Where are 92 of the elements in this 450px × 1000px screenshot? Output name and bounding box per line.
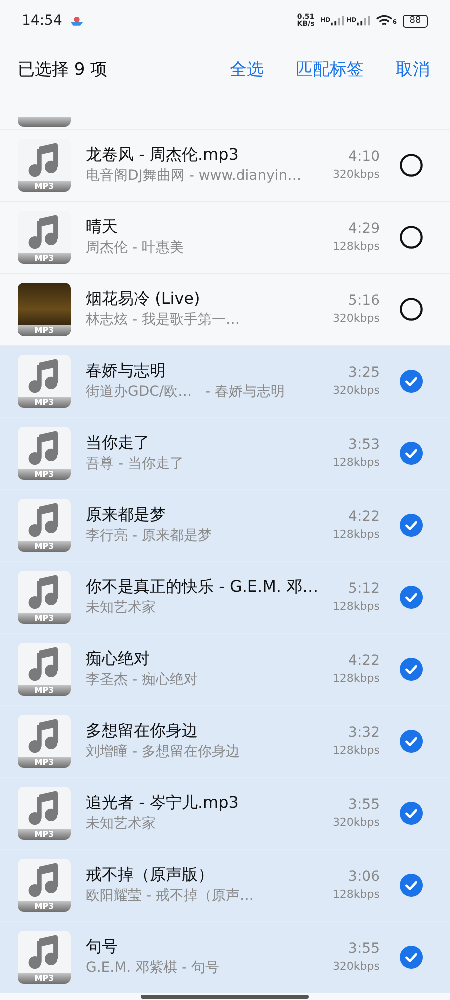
song-duration: 3:55 xyxy=(348,796,380,814)
checked-icon[interactable] xyxy=(400,514,423,537)
song-row[interactable]: MP3 原来都是梦 李行亮 - 原来都是梦 4:22 128kbps xyxy=(0,490,450,561)
song-duration: 3:25 xyxy=(348,364,380,382)
song-bitrate: 128kbps xyxy=(332,672,380,686)
song-duration: 3:32 xyxy=(348,724,380,742)
format-badge: MP3 xyxy=(18,181,71,192)
song-subtitle: 刘增瞳 - 多想留在你身边 xyxy=(86,744,241,762)
song-duration: 5:12 xyxy=(348,580,380,598)
song-subtitle: 电音阁DJ舞曲网 - www.dianyin… xyxy=(86,168,303,186)
song-duration: 3:06 xyxy=(348,868,380,886)
song-bitrate: 320kbps xyxy=(332,960,380,974)
format-badge: MP3 xyxy=(18,757,71,768)
song-row[interactable]: MP3 戒不掉（原声版） 欧阳耀莹 - 戒不掉（原声… 3:06 128kbps xyxy=(0,850,450,921)
wifi-icon xyxy=(376,15,393,27)
song-bitrate: 128kbps xyxy=(332,456,380,470)
format-badge: MP3 xyxy=(18,253,71,264)
song-title: 追光者 - 岑宁儿.mp3 xyxy=(86,793,240,814)
song-subtitle: 未知艺术家 xyxy=(86,816,157,834)
unchecked-circle-icon[interactable] xyxy=(400,154,423,177)
header-action[interactable]: 匹配标签 xyxy=(296,58,364,84)
song-row[interactable]: MP3 句号 G.E.M. 邓紫棋 - 句号 3:55 320kbps xyxy=(0,922,450,993)
song-bitrate: 320kbps xyxy=(332,384,380,398)
song-row[interactable]: MP3 痴心绝对 李圣杰 - 痴心绝对 4:22 128kbps xyxy=(0,634,450,705)
header-action[interactable]: 取消 xyxy=(396,58,430,84)
header-action[interactable]: 全选 xyxy=(230,58,264,84)
checked-icon[interactable] xyxy=(400,586,423,609)
checked-icon[interactable] xyxy=(400,658,423,681)
song-duration: 3:55 xyxy=(348,940,380,958)
song-row[interactable]: MP3 当你走了 吾尊 - 当你走了 3:53 128kbps xyxy=(0,418,450,489)
song-title: 你不是真正的快乐 - G.E.M. 邓… xyxy=(86,577,320,598)
checked-icon[interactable] xyxy=(400,946,423,969)
selection-title: 已选择 9 项 xyxy=(18,59,109,82)
song-subtitle: 欧阳耀莹 - 戒不掉（原声… xyxy=(86,888,255,906)
song-subtitle: 李行亮 - 原来都是梦 xyxy=(86,528,213,546)
format-badge: MP3 xyxy=(18,829,71,840)
song-subtitle: 未知艺术家 xyxy=(86,600,157,618)
song-duration: 4:29 xyxy=(348,220,380,238)
format-badge: MP3 xyxy=(18,613,71,624)
song-bitrate: 128kbps xyxy=(332,240,380,254)
song-title: 痴心绝对 xyxy=(86,649,151,670)
song-title: 春娇与志明 xyxy=(86,361,167,382)
checked-icon[interactable] xyxy=(400,802,423,825)
unchecked-circle-icon[interactable] xyxy=(400,298,423,321)
song-bitrate: 320kbps xyxy=(332,168,380,182)
boat-app-icon xyxy=(70,16,84,26)
song-title: 多想留在你身边 xyxy=(86,721,199,742)
song-bitrate: 128kbps xyxy=(332,600,380,614)
song-bitrate: 128kbps xyxy=(332,744,380,758)
song-subtitle: G.E.M. 邓紫棋 - 句号 xyxy=(86,960,221,978)
song-subtitle: 街道办GDC/欧… - 春娇与志明 xyxy=(86,384,286,402)
signal-icon xyxy=(330,16,344,26)
checked-icon[interactable] xyxy=(400,874,423,897)
status-time: 14:54 xyxy=(22,12,62,30)
battery-level: 88 xyxy=(410,16,422,26)
song-subtitle: 李圣杰 - 痴心绝对 xyxy=(86,672,199,690)
song-thumbnail xyxy=(18,117,71,127)
unchecked-circle-icon[interactable] xyxy=(400,226,423,249)
song-row[interactable]: MP3 追光者 - 岑宁儿.mp3 未知艺术家 3:55 320kbps xyxy=(0,778,450,849)
song-title: 烟花易冷 (Live) xyxy=(86,289,202,310)
song-bitrate: 320kbps xyxy=(332,312,380,326)
format-badge: MP3 xyxy=(18,397,71,408)
song-subtitle: 林志炫 - 我是歌手第一… xyxy=(86,312,241,330)
checked-icon[interactable] xyxy=(400,370,423,393)
song-title: 晴天 xyxy=(86,217,119,238)
song-title: 句号 xyxy=(86,937,119,958)
song-bitrate: 320kbps xyxy=(332,816,380,830)
song-bitrate: 128kbps xyxy=(332,888,380,902)
song-row[interactable]: MP3 春娇与志明 街道办GDC/欧… - 春娇与志明 3:25 320kbps xyxy=(0,346,450,417)
song-row[interactable]: MP3 你不是真正的快乐 - G.E.M. 邓… 未知艺术家 5:12 128kbps xyxy=(0,562,450,633)
song-duration: 4:22 xyxy=(348,508,380,526)
checked-icon[interactable] xyxy=(400,730,423,753)
song-duration: 3:53 xyxy=(348,436,380,454)
format-badge: MP3 xyxy=(18,901,71,912)
checked-icon[interactable] xyxy=(400,442,423,465)
song-duration: 5:16 xyxy=(348,292,380,310)
format-badge: MP3 xyxy=(18,469,71,480)
song-duration: 4:22 xyxy=(348,652,380,670)
format-badge: MP3 xyxy=(18,325,71,336)
song-row[interactable]: MP3 多想留在你身边 刘增瞳 - 多想留在你身边 3:32 128kbps xyxy=(0,706,450,777)
song-title: 戒不掉（原声版） xyxy=(86,865,215,886)
song-subtitle: 吾尊 - 当你走了 xyxy=(86,456,185,474)
format-badge: MP3 xyxy=(18,541,71,552)
song-title: 原来都是梦 xyxy=(86,505,167,526)
song-subtitle: 周杰伦 - 叶惠美 xyxy=(86,240,185,258)
signal-icon xyxy=(356,16,370,26)
song-title: 龙卷风 - 周杰伦.mp3 xyxy=(86,145,240,166)
format-badge: MP3 xyxy=(18,973,71,984)
song-duration: 4:10 xyxy=(348,148,380,166)
song-bitrate: 128kbps xyxy=(332,528,380,542)
song-title: 当你走了 xyxy=(86,433,151,454)
format-badge: MP3 xyxy=(18,685,71,696)
